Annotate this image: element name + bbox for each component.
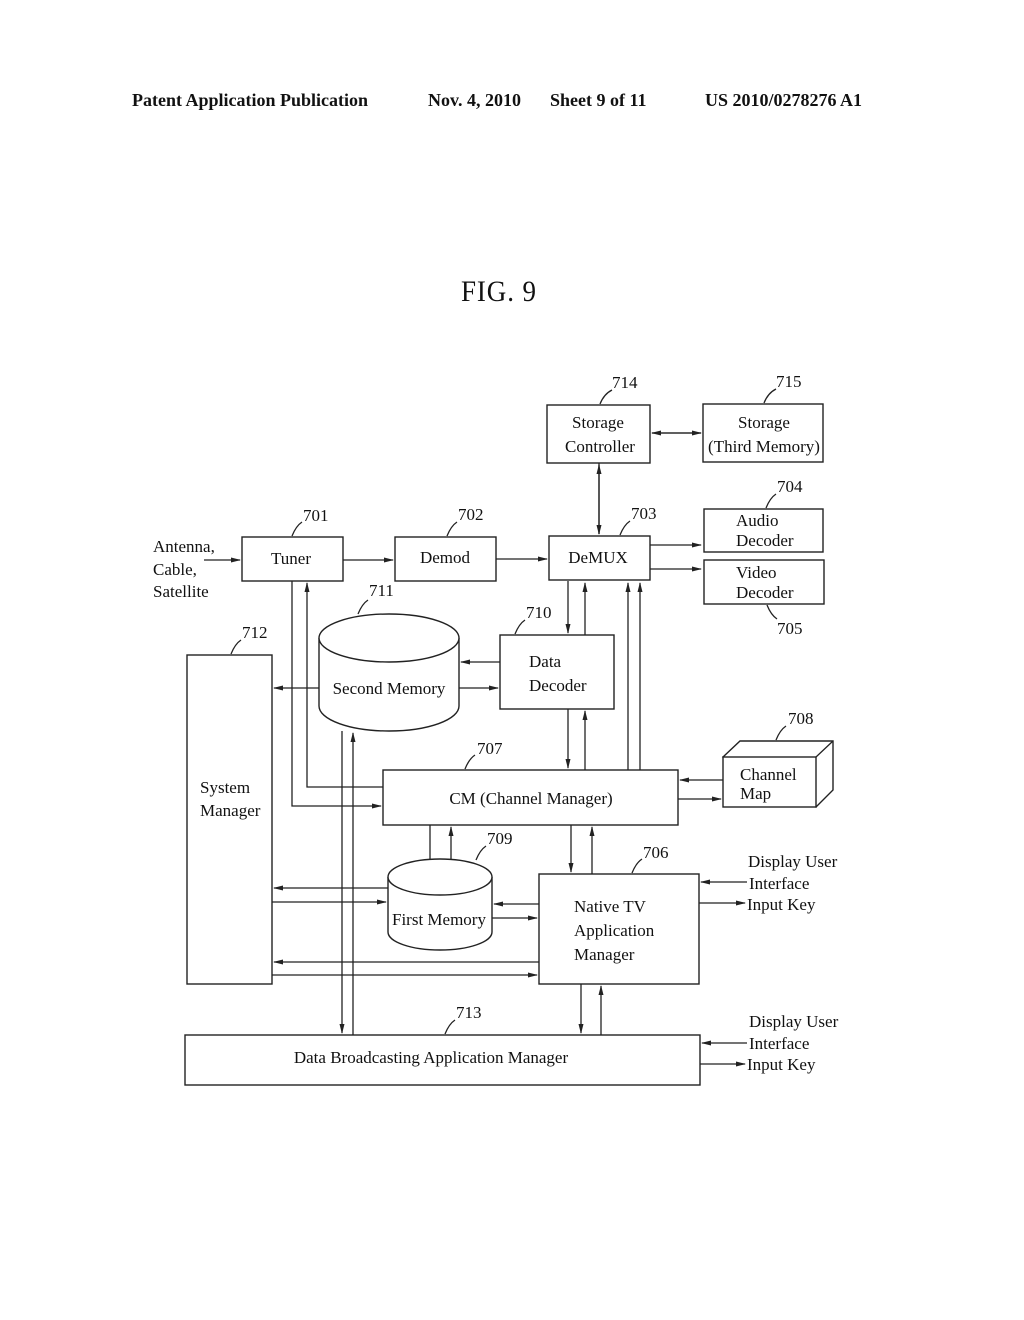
ref-702: 702	[458, 505, 484, 524]
channel-map-block: Channel Map 708	[721, 709, 834, 808]
native-tv-label-3: Manager	[574, 945, 635, 964]
leader-line	[291, 521, 303, 537]
system-manager-label-2: Manager	[200, 801, 261, 820]
leader-line	[514, 619, 526, 635]
storage-controller-label-1: Storage	[572, 413, 624, 432]
audio-decoder-block: Audio Decoder 704	[703, 477, 824, 553]
demux-block: DeMUX 703	[548, 504, 657, 581]
channel-manager-label: CM (Channel Manager)	[449, 789, 612, 808]
data-ui-label-2: Interface	[749, 1034, 809, 1053]
video-decoder-block: Video Decoder 705	[703, 559, 825, 638]
second-memory-label: Second Memory	[333, 679, 446, 698]
ref-713: 713	[456, 1003, 482, 1022]
leader-line	[766, 604, 778, 620]
data-ui-label-3: Input Key	[747, 1055, 816, 1074]
leader-line	[599, 389, 613, 405]
demod-label: Demod	[420, 548, 471, 567]
tuner-block: Tuner 701	[241, 506, 344, 582]
storage-controller-block: Storage Controller 714	[546, 373, 651, 464]
demod-block: Demod 702	[394, 505, 497, 582]
ref-707: 707	[477, 739, 503, 758]
leader-line	[765, 493, 777, 509]
ref-715: 715	[776, 372, 802, 391]
native-ui-label-2: Interface	[749, 874, 809, 893]
leader-line	[475, 845, 487, 861]
leader-line	[444, 1019, 456, 1035]
channel-manager-block: CM (Channel Manager) 707	[382, 739, 679, 826]
leader-line	[631, 858, 643, 874]
storage-controller-label-2: Controller	[565, 437, 635, 456]
leader-line	[464, 754, 476, 770]
source-label-2: Cable,	[153, 560, 197, 579]
second-memory-cylinder: Second Memory 711	[318, 581, 460, 732]
video-decoder-label-2: Decoder	[736, 583, 794, 602]
ref-701: 701	[303, 506, 329, 525]
first-memory-cylinder: First Memory 709	[387, 829, 513, 951]
native-tv-label-1: Native TV	[574, 897, 647, 916]
data-ui-label-1: Display User	[749, 1012, 839, 1031]
channel-map-label-1: Channel	[740, 765, 797, 784]
data-decoder-label-2: Decoder	[529, 676, 587, 695]
storage-label-1: Storage	[738, 413, 790, 432]
audio-decoder-label-1: Audio	[736, 511, 779, 530]
ref-705: 705	[777, 619, 803, 638]
native-ui-label-3: Input Key	[747, 895, 816, 914]
block-diagram: Storage Controller 714 Storage (Third Me…	[153, 372, 839, 1086]
ref-708: 708	[788, 709, 814, 728]
data-decoder-block: Data Decoder 710	[499, 603, 615, 710]
leader-line	[357, 599, 369, 615]
leader-line	[230, 639, 242, 655]
leader-line	[619, 520, 631, 536]
audio-decoder-label-2: Decoder	[736, 531, 794, 550]
native-tv-app-manager-block: Native TV Application Manager 706	[538, 843, 700, 985]
data-decoder-label-1: Data	[529, 652, 562, 671]
storage-label-2: (Third Memory)	[708, 437, 820, 456]
ref-704: 704	[777, 477, 803, 496]
video-decoder-label-1: Video	[736, 563, 777, 582]
system-manager-label-1: System	[200, 778, 250, 797]
ref-714: 714	[612, 373, 638, 392]
ref-711: 711	[369, 581, 394, 600]
first-memory-label: First Memory	[392, 910, 486, 929]
ref-703: 703	[631, 504, 657, 523]
native-ui-label-1: Display User	[748, 852, 838, 871]
leader-line	[775, 725, 787, 741]
ref-712: 712	[242, 623, 268, 642]
channel-map-label-2: Map	[740, 784, 771, 803]
leader-line	[446, 521, 458, 537]
ref-710: 710	[526, 603, 552, 622]
ref-709: 709	[487, 829, 513, 848]
tuner-label: Tuner	[271, 549, 311, 568]
demux-label: DeMUX	[568, 548, 628, 567]
source-label-1: Antenna,	[153, 537, 215, 556]
dbam-label: Data Broadcasting Application Manager	[294, 1048, 569, 1067]
source-label-3: Satellite	[153, 582, 209, 601]
ref-706: 706	[643, 843, 669, 862]
leader-line	[763, 388, 777, 404]
native-tv-label-2: Application	[574, 921, 655, 940]
storage-block: Storage (Third Memory) 715	[702, 372, 824, 463]
system-manager-block: System Manager 712	[186, 623, 273, 985]
data-broadcasting-app-manager-block: Data Broadcasting Application Manager 71…	[184, 1003, 701, 1086]
